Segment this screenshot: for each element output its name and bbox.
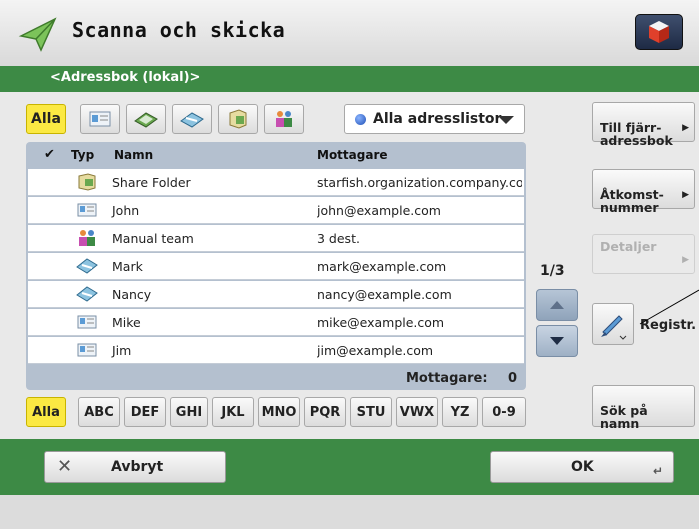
table-row[interactable]: Jim jim@example.com: [28, 337, 524, 364]
fax-icon: [134, 112, 158, 128]
row-name: Jim: [112, 343, 132, 358]
send-plane-icon: [18, 17, 57, 52]
table-row[interactable]: Mike mike@example.com: [28, 309, 524, 336]
access-number-label: Åtkomst- nummer: [600, 187, 664, 215]
contact-card-icon: [89, 111, 111, 127]
filter-contact-button[interactable]: [80, 104, 120, 134]
remote-address-book-button[interactable]: Till fjärr- adressbok ▶: [592, 102, 695, 147]
table-row[interactable]: Manual team 3 dest.: [28, 225, 524, 252]
register-label: Registr.: [640, 318, 697, 333]
ok-label: OK: [571, 459, 594, 475]
row-recipient: starfish.organization.company.co: [317, 175, 522, 190]
row-name: Mark: [112, 259, 143, 274]
recipients-label: Mottagare:: [406, 371, 488, 386]
search-by-name-button[interactable]: Sök på namn: [592, 385, 695, 430]
page-indicator: 1/3: [540, 263, 565, 279]
remote-address-book-label: Till fjärr- adressbok: [600, 120, 673, 148]
select-all-check-icon[interactable]: ✔: [44, 147, 55, 162]
alpha-tab-ghi[interactable]: GHI: [170, 397, 208, 427]
alpha-tab-jkl[interactable]: JKL: [212, 397, 254, 427]
scroll-down-button[interactable]: [536, 325, 578, 357]
title-bar: Scanna och skicka: [0, 0, 699, 66]
filter-fax-button[interactable]: [126, 104, 166, 134]
contact-card-icon: [77, 203, 97, 217]
filter-file-server-button[interactable]: [218, 104, 258, 134]
app-title: Scanna och skicka: [72, 18, 286, 42]
arrow-down-icon: [550, 337, 564, 345]
chevron-right-icon: ▶: [682, 123, 689, 133]
alpha-tab-stu[interactable]: STU: [350, 397, 392, 427]
column-mottagare[interactable]: Mottagare: [317, 148, 388, 162]
main-menu-button[interactable]: [635, 14, 683, 50]
table-row[interactable]: Share Folder starfish.organization.compa…: [28, 169, 524, 196]
close-icon: ✕: [57, 456, 73, 477]
chevron-right-icon: ▶: [682, 255, 689, 265]
row-recipient: nancy@example.com: [317, 287, 452, 302]
arrow-up-icon: [550, 301, 564, 309]
address-list-selected: Alla adresslistor: [373, 111, 502, 127]
group-icon: [276, 111, 292, 127]
details-label: Detaljer: [600, 239, 657, 254]
pen-edit-icon: [601, 315, 627, 340]
chevron-down-icon: [498, 116, 514, 124]
address-list-dot-icon: [355, 113, 366, 125]
enter-icon: ↵: [652, 464, 663, 478]
email-icon: [180, 112, 204, 128]
filter-group-button[interactable]: [264, 104, 304, 134]
recipients-count: 0: [508, 371, 518, 386]
cube-icon: [649, 21, 669, 43]
filter-all-button[interactable]: Alla: [26, 104, 66, 134]
row-recipient: mike@example.com: [317, 315, 445, 330]
row-recipient: john@example.com: [317, 203, 441, 218]
column-typ[interactable]: Typ: [71, 148, 94, 162]
column-namn[interactable]: Namn: [114, 148, 153, 162]
alpha-tab-def[interactable]: DEF: [124, 397, 166, 427]
alpha-tab-0-9[interactable]: 0-9: [482, 397, 526, 427]
search-by-name-label: Sök på namn: [600, 403, 648, 431]
row-name: Manual team: [112, 231, 194, 246]
cancel-button[interactable]: ✕ Avbryt: [44, 451, 226, 483]
access-number-button[interactable]: Åtkomst- nummer ▶: [592, 169, 695, 214]
alpha-tab-pqr[interactable]: PQR: [304, 397, 346, 427]
share-folder-icon: [78, 173, 96, 191]
row-name: Nancy: [112, 287, 152, 302]
alpha-tab-alla[interactable]: Alla: [26, 397, 66, 427]
address-list-panel: ✔ Typ Namn Mottagare Share Folder starfi…: [26, 142, 526, 390]
table-row[interactable]: John john@example.com: [28, 197, 524, 224]
cancel-label: Avbryt: [111, 459, 164, 475]
address-list-dropdown[interactable]: Alla adresslistor: [344, 104, 525, 134]
file-server-icon: [229, 109, 247, 129]
group-icon: [79, 230, 95, 246]
row-recipient: jim@example.com: [317, 343, 434, 358]
chevron-right-icon: ▶: [682, 190, 689, 200]
row-recipient: 3 dest.: [317, 231, 360, 246]
email-icon: [76, 258, 98, 274]
details-button[interactable]: Detaljer ▶: [592, 234, 695, 274]
scroll-up-button[interactable]: [536, 289, 578, 321]
contact-card-icon: [77, 315, 97, 329]
table-row[interactable]: Nancy nancy@example.com: [28, 281, 524, 308]
alpha-tab-mno[interactable]: MNO: [258, 397, 300, 427]
filter-all-label: Alla: [31, 111, 61, 127]
list-header: ✔ Typ Namn Mottagare: [26, 142, 526, 168]
row-name: John: [112, 203, 140, 218]
row-name: Share Folder: [112, 175, 191, 190]
ok-button[interactable]: OK ↵: [490, 451, 674, 483]
row-recipient: mark@example.com: [317, 259, 447, 274]
table-row[interactable]: Mark mark@example.com: [28, 253, 524, 280]
row-name: Mike: [112, 315, 141, 330]
alpha-tab-abc[interactable]: ABC: [78, 397, 120, 427]
register-button[interactable]: [592, 303, 634, 345]
status-footer: [0, 495, 699, 529]
contact-card-icon: [77, 343, 97, 357]
alpha-tab-yz[interactable]: YZ: [442, 397, 478, 427]
breadcrumb: <Adressbok (lokal)>: [50, 70, 201, 85]
email-icon: [76, 286, 98, 302]
alpha-tab-vwx[interactable]: VWX: [396, 397, 438, 427]
filter-email-button[interactable]: [172, 104, 212, 134]
